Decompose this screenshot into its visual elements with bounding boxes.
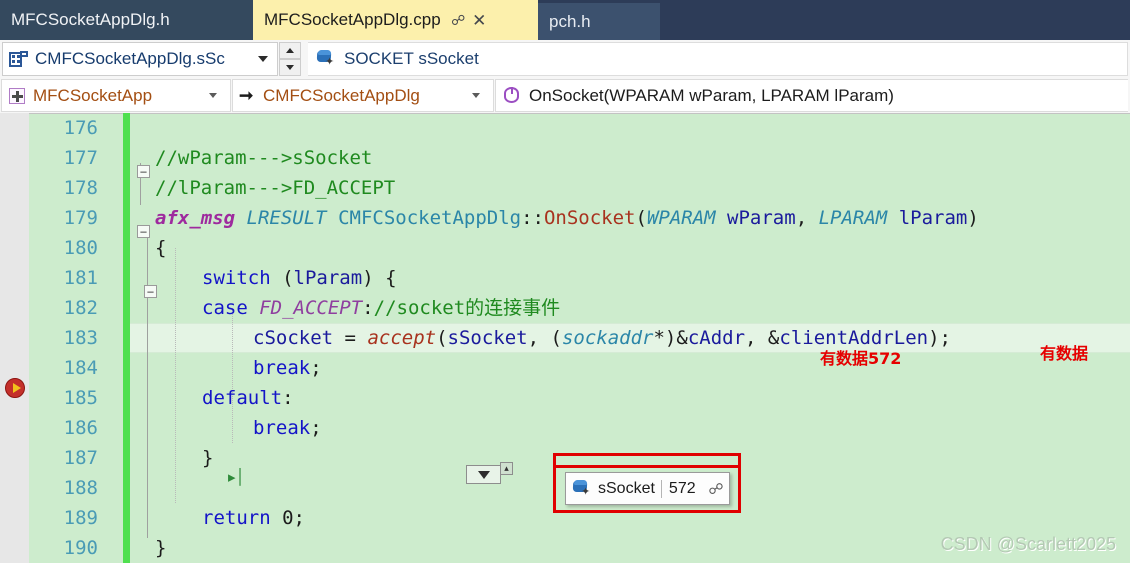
watermark: CSDN @Scarlett2025 [940,534,1116,554]
line-number: 179 [63,207,98,229]
code-line: 179 afx_msg LRESULT CMFCSocketAppDlg::On… [0,203,1130,233]
code-line: 185 default: [0,383,1130,413]
annotation-lparam: 有数据 [1040,344,1089,363]
navbar-class-dropdown[interactable]: ➞ CMFCSocketAppDlg [232,79,494,112]
tab-mfcsocketappdlg-h[interactable]: MFCSocketAppDlg.h [0,0,253,40]
navigation-bar: MFCSocketApp ➞ CMFCSocketAppDlg OnSocket… [0,78,1130,113]
member-variable-icon [9,50,28,68]
spinner-down-icon[interactable] [279,59,301,76]
navbar-project-dropdown[interactable]: MFCSocketApp [1,79,231,112]
watch-expression-combo[interactable]: CMFCSocketAppDlg.sSc [2,42,278,76]
line-number: 184 [63,357,98,379]
declaration-display: ✦ SOCKET sSocket [308,42,1128,76]
code-line-text: //wParam--->sSocket [155,147,373,169]
chevron-down-icon[interactable] [209,93,217,98]
datatip-variable-value: 572 [668,479,696,497]
line-number: 178 [63,177,98,199]
line-number: 188 [63,477,98,499]
line-number: 182 [63,297,98,319]
chevron-down-icon[interactable] [258,56,268,62]
code-line-text: break; [253,357,322,379]
chevron-down-icon[interactable] [472,93,480,98]
line-number: 185 [63,387,98,409]
code-line: 181 switch (lParam) { [0,263,1130,293]
watch-expression-value: CMFCSocketAppDlg.sSc [35,49,225,68]
pin-icon[interactable]: ☍ [450,10,467,30]
navbar-project-label: MFCSocketApp [33,85,153,105]
code-line: 178 //lParam--->FD_ACCEPT [0,173,1130,203]
line-number: 190 [63,537,98,559]
code-line: 183 cSocket = accept(sSocket, (sockaddr*… [0,323,1130,353]
visual-studio-window: MFCSocketAppDlg.h MFCSocketAppDlg.cpp ☍ … [0,0,1130,563]
tab-pch-h[interactable]: pch.h [538,3,660,40]
code-line-text: switch (lParam) { [202,267,397,289]
line-number: 177 [63,147,98,169]
navbar-method-label: OnSocket(WPARAM wParam, LPARAM lParam) [529,85,894,105]
code-line: 182 case FD_ACCEPT://socket的连接事件 [0,293,1130,323]
code-line-text: } [155,537,167,559]
line-number: 186 [63,417,98,439]
code-line: 180 { [0,233,1130,263]
annotation-underline [553,453,741,456]
line-number: 176 [63,117,98,139]
code-line-text: return 0; [202,507,305,529]
watch-declaration-row: CMFCSocketAppDlg.sSc ✦ SOCKET sSocket [0,40,1130,78]
debug-datatip[interactable]: ✦ sSocket 572 ☍ [565,472,730,505]
line-number: 183 [63,327,98,349]
tab-label: MFCSocketAppDlg.cpp [264,10,441,29]
code-line-text: } [202,447,214,469]
close-icon[interactable]: ✕ [471,10,488,30]
code-line-text: default: [202,387,294,409]
code-line-text: break; [253,417,322,439]
pin-to-source-icon[interactable]: ☍ [706,479,726,499]
variable-icon: ✦ [572,479,592,498]
line-number: 181 [63,267,98,289]
navbar-method-dropdown[interactable]: OnSocket(WPARAM wParam, LPARAM lParam) [495,79,1128,112]
method-icon [502,86,522,105]
line-number: 187 [63,447,98,469]
line-number: 180 [63,237,98,259]
code-line-text: case FD_ACCEPT://socket的连接事件 [202,297,561,319]
code-editor[interactable]: − − − ▸│ 176 177 //wParam--->sSocket 178… [0,113,1130,563]
project-icon [8,87,27,105]
variable-icon: ✦ [316,50,336,68]
quick-actions-dropdown-icon[interactable] [466,465,501,484]
editor-tab-strip: MFCSocketAppDlg.h MFCSocketAppDlg.cpp ☍ … [0,0,1130,40]
tab-label: MFCSocketAppDlg.h [11,10,170,29]
declaration-text: SOCKET sSocket [344,49,479,68]
code-line-text: { [155,237,167,259]
quick-actions-expand-icon[interactable]: ▴ [500,462,513,475]
tab-mfcsocketappdlg-cpp[interactable]: MFCSocketAppDlg.cpp ☍ ✕ [253,0,538,40]
datatip-variable-name: sSocket [598,479,662,498]
code-line: 177 //wParam--->sSocket [0,143,1130,173]
code-line: 184 break; [0,353,1130,383]
tab-label: pch.h [549,11,591,31]
code-line-text: afx_msg LRESULT CMFCSocketAppDlg::OnSock… [155,207,979,229]
quantity-stepper[interactable] [279,42,301,76]
line-number: 189 [63,507,98,529]
code-line: 186 break; [0,413,1130,443]
navbar-class-label: CMFCSocketAppDlg [263,85,420,105]
code-line: 176 [0,113,1130,143]
arrow-right-icon: ➞ [239,86,254,105]
code-line-text: //lParam--->FD_ACCEPT [155,177,396,199]
spinner-up-icon[interactable] [279,42,301,59]
annotation-wparam: 有数据572 [820,349,902,368]
